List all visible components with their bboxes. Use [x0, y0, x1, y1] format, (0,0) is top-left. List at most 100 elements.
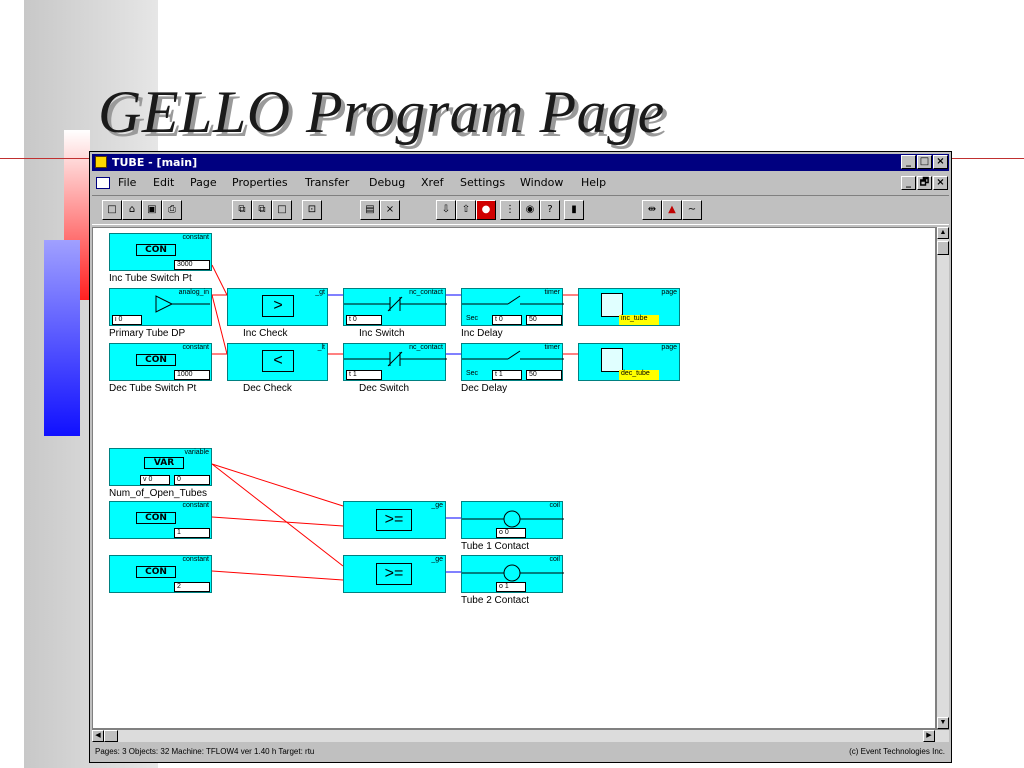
- block-label: Num_of_Open_Tubes: [109, 488, 208, 499]
- page-copy-icon[interactable]: ⧉: [232, 200, 252, 220]
- mdi-minimize-button[interactable]: _: [901, 176, 916, 190]
- minimize-button[interactable]: _: [901, 155, 916, 169]
- menu-properties[interactable]: Properties: [232, 173, 288, 193]
- variable-name[interactable]: v 0: [140, 475, 170, 485]
- scroll-thumb[interactable]: [104, 730, 118, 742]
- timer-preset[interactable]: 50: [526, 370, 562, 380]
- trend-icon[interactable]: ∼: [682, 200, 702, 220]
- timer-tag[interactable]: t 1: [492, 370, 522, 380]
- nc-contact-block-inc[interactable]: nc_contact t 0: [343, 288, 447, 326]
- status-info: Pages: 3 Objects: 32 Machine: TFLOW4 ver…: [95, 747, 315, 756]
- con-tag: CON: [136, 512, 176, 524]
- contact-tag[interactable]: t 1: [346, 370, 382, 380]
- page-name[interactable]: dec_tube: [619, 370, 659, 380]
- constant-value[interactable]: 3000: [174, 260, 210, 270]
- page-delete-icon[interactable]: ⊡: [302, 200, 322, 220]
- menu-settings[interactable]: Settings: [460, 173, 505, 193]
- menu-edit[interactable]: Edit: [153, 173, 174, 193]
- analog-in-block[interactable]: analog_in i 0: [109, 288, 212, 326]
- xref-icon[interactable]: ×: [380, 200, 400, 220]
- gt-block[interactable]: _gt >: [227, 288, 328, 326]
- chart-icon[interactable]: ▲: [662, 200, 682, 220]
- app-window: TUBE - [main] _ □ × File Edit Page Prope…: [89, 151, 952, 763]
- ge-block-one[interactable]: _ge >=: [343, 501, 446, 539]
- menu-page[interactable]: Page: [190, 173, 217, 193]
- maximize-button[interactable]: □: [917, 155, 932, 169]
- contact-tag[interactable]: t 0: [346, 315, 382, 325]
- open-folder-icon[interactable]: ⌂: [122, 200, 142, 220]
- print-icon[interactable]: ⎙: [162, 200, 182, 220]
- block-type: _lt: [317, 344, 325, 351]
- con-tag: CON: [136, 354, 176, 366]
- traffic-light-icon[interactable]: ⋮: [500, 200, 520, 220]
- coil-block-one[interactable]: coil o 0: [461, 501, 564, 539]
- nc-contact-block-dec[interactable]: nc_contact t 1: [343, 343, 447, 381]
- page-new-icon[interactable]: □: [272, 200, 292, 220]
- new-file-icon[interactable]: □: [102, 200, 122, 220]
- window-title: TUBE - [main]: [112, 156, 198, 169]
- app-icon[interactable]: [95, 156, 107, 168]
- wire: [211, 264, 228, 296]
- block-label: Dec Check: [243, 383, 292, 394]
- menu-window[interactable]: Window: [520, 173, 563, 193]
- mdi-restore-button[interactable]: 🗗: [917, 176, 932, 190]
- constant-value[interactable]: 1: [174, 528, 210, 538]
- upload-icon[interactable]: ⇧: [456, 200, 476, 220]
- scroll-up-icon[interactable]: ▲: [937, 227, 949, 239]
- download-icon[interactable]: ⇩: [436, 200, 456, 220]
- ge-block-two[interactable]: _ge >=: [343, 555, 446, 593]
- stop-icon[interactable]: ●: [476, 200, 496, 220]
- menu-help[interactable]: Help: [581, 173, 606, 193]
- variable-value[interactable]: 0: [174, 475, 210, 485]
- menu-transfer[interactable]: Transfer: [305, 173, 349, 193]
- pointer-icon[interactable]: ▮: [564, 200, 584, 220]
- horizontal-scrollbar[interactable]: ◀ ▶: [92, 729, 949, 742]
- vertical-scrollbar[interactable]: ▲ ▼: [936, 227, 949, 729]
- page-name[interactable]: inc_tube: [619, 315, 659, 325]
- help-query-icon[interactable]: ?: [540, 200, 560, 220]
- mdi-close-button[interactable]: ×: [933, 176, 948, 190]
- save-disk-icon[interactable]: ▣: [142, 200, 162, 220]
- page-move-icon[interactable]: ⧉: [252, 200, 272, 220]
- slide-deco-blue-bar: [44, 240, 80, 436]
- block-type: constant: [182, 344, 209, 351]
- timer-preset[interactable]: 50: [526, 315, 562, 325]
- constant-block-two[interactable]: constant CON 2: [109, 555, 212, 593]
- monitor-icon[interactable]: ◉: [520, 200, 540, 220]
- document-icon[interactable]: [96, 177, 110, 189]
- menu-debug[interactable]: Debug: [369, 173, 405, 193]
- scroll-left-icon[interactable]: ◀: [92, 730, 104, 742]
- timer-block-inc[interactable]: timer Sec t 0 50: [461, 288, 564, 326]
- coil-tag[interactable]: o 0: [496, 528, 526, 538]
- timer-tag[interactable]: t 0: [492, 315, 522, 325]
- menu-xref[interactable]: Xref: [421, 173, 443, 193]
- coil-block-two[interactable]: coil o 1: [461, 555, 564, 593]
- variable-block[interactable]: variable VAR v 0 0: [109, 448, 212, 486]
- constant-value[interactable]: 1000: [174, 370, 210, 380]
- status-bar: Pages: 3 Objects: 32 Machine: TFLOW4 ver…: [92, 744, 949, 760]
- comparator-symbol: >: [262, 295, 294, 317]
- page-block-dec[interactable]: page dec_tube: [578, 343, 680, 381]
- timer-block-dec[interactable]: timer Sec t 1 50: [461, 343, 564, 381]
- close-button[interactable]: ×: [933, 155, 948, 169]
- page-block-inc[interactable]: page inc_tube: [578, 288, 680, 326]
- menu-file[interactable]: File: [118, 173, 136, 193]
- lt-block[interactable]: _lt <: [227, 343, 328, 381]
- window-titlebar[interactable]: TUBE - [main] _ □ ×: [92, 154, 949, 171]
- menu-bar: File Edit Page Properties Transfer Debug…: [92, 173, 949, 193]
- slide-title: GELLO Program Page: [98, 79, 665, 145]
- scroll-right-icon[interactable]: ▶: [923, 730, 935, 742]
- program-canvas[interactable]: constant CON 3000 Inc Tube Switch Pt ana…: [92, 227, 936, 729]
- scroll-thumb[interactable]: [937, 241, 949, 255]
- coil-tag[interactable]: o 1: [496, 582, 526, 592]
- block-type: variable: [184, 449, 209, 456]
- constant-block-one[interactable]: constant CON 1: [109, 501, 212, 539]
- comparator-symbol: >=: [376, 509, 412, 531]
- constant-value[interactable]: 2: [174, 582, 210, 592]
- constant-block-inc[interactable]: constant CON 3000: [109, 233, 212, 271]
- ladder-icon[interactable]: ⇹: [642, 200, 662, 220]
- block-icon[interactable]: ▤: [360, 200, 380, 220]
- scroll-down-icon[interactable]: ▼: [937, 717, 949, 729]
- wire: [211, 463, 344, 567]
- constant-block-dec[interactable]: constant CON 1000: [109, 343, 212, 381]
